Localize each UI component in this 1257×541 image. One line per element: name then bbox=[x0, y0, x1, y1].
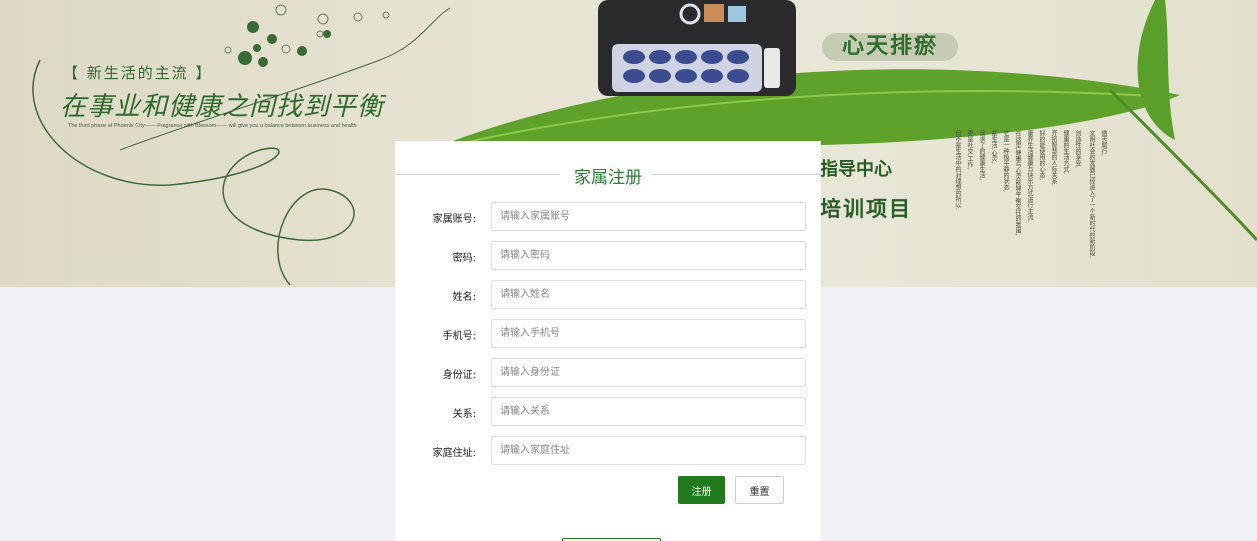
banner-center-text: 指导中心 bbox=[820, 159, 892, 180]
password-label: 密码: bbox=[452, 253, 476, 264]
relation-label: 关系: bbox=[452, 409, 476, 420]
form-row-id-card: 身份证: bbox=[395, 358, 821, 388]
register-card: 家属注册 家属账号: 密码: 姓名: 手机号: 身份证: 关系: 家庭住址: 注… bbox=[395, 141, 821, 541]
relation-input[interactable] bbox=[491, 397, 806, 426]
name-label: 姓名: bbox=[452, 292, 476, 303]
form-title-row: 家属注册 bbox=[395, 163, 821, 188]
password-input[interactable] bbox=[491, 241, 806, 270]
form-row-password: 密码: bbox=[395, 241, 821, 271]
banner-vertical-text: 好的能使用的心态, bbox=[1038, 130, 1045, 180]
title-divider-right bbox=[651, 174, 821, 175]
cupping-kit-image bbox=[594, 0, 800, 100]
banner-vertical-text: 但不是生活中的对理想的所以, bbox=[954, 130, 961, 210]
account-label: 家属账号: bbox=[432, 214, 476, 225]
banner-vertical-text: 它是一种极平静的状态, bbox=[1002, 130, 1009, 192]
register-button[interactable]: 注册 bbox=[678, 476, 725, 504]
banner-vertical-text: 在这里,健康与心灵能够平衡交往的氛围, bbox=[1014, 130, 1021, 236]
banner-vertical-text: 创造性的享受, bbox=[1074, 130, 1081, 168]
form-row-relation: 关系: bbox=[395, 397, 821, 427]
name-input[interactable] bbox=[491, 280, 806, 309]
form-row-address: 家庭住址: bbox=[395, 436, 821, 466]
id-card-input[interactable] bbox=[491, 358, 806, 387]
banner-headline: 在事业和健康之间找到平衡 bbox=[60, 92, 385, 122]
banner-vertical-text: 健康的生活方式, bbox=[1062, 130, 1069, 174]
bubble-decoration bbox=[238, 21, 331, 67]
form-row-phone: 手机号: bbox=[395, 319, 821, 349]
address-input[interactable] bbox=[491, 436, 806, 465]
account-input[interactable] bbox=[491, 202, 806, 231]
banner-vertical-text: 开拓智慧的人际关系, bbox=[1050, 130, 1057, 186]
banner-vertical-text: 做天賦行, bbox=[1100, 130, 1107, 156]
banner-pill: 心天排瘀 bbox=[822, 33, 958, 61]
banner-english-text: The third phase of Phoenix City—— Fragra… bbox=[68, 123, 357, 129]
banner-vertical-text: 是生活,心灵, bbox=[990, 130, 997, 164]
form-title: 家属注册 bbox=[574, 168, 642, 188]
banner-slogan: 【 新生活的主流 】 bbox=[63, 64, 213, 82]
banner-training-text: 培训项目 bbox=[820, 197, 912, 221]
banner-vertical-text: 更是社交,工作, bbox=[966, 130, 973, 170]
address-label: 家庭住址: bbox=[432, 448, 476, 459]
form-row-name: 姓名: bbox=[395, 280, 821, 310]
phone-input[interactable] bbox=[491, 319, 806, 348]
form-row-account: 家属账号: bbox=[395, 202, 821, 232]
banner-vertical-text: 康养生活健康与快乐方式进行主流, bbox=[1026, 130, 1033, 222]
banner-vertical-text: 追求了的健康生活, bbox=[978, 130, 985, 180]
id-card-label: 身份证: bbox=[442, 370, 476, 381]
banner-vertical-text: 文明社会的发展已经进入了一个新时代的新阶段, bbox=[1088, 130, 1095, 258]
phone-label: 手机号: bbox=[442, 331, 476, 342]
reset-button[interactable]: 重置 bbox=[735, 476, 784, 504]
